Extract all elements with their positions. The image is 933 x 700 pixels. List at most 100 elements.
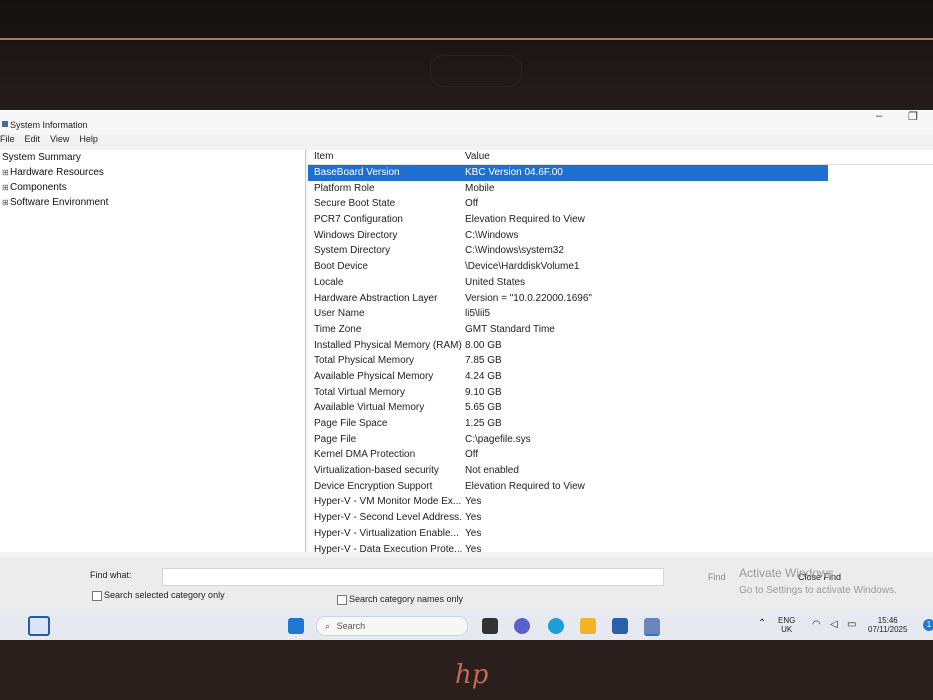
menu-edit[interactable]: Edit [25, 134, 41, 144]
wifi-icon[interactable]: ◠ [812, 619, 821, 630]
row-item: Hyper-V - Second Level Address... [314, 512, 462, 524]
table-row[interactable]: Available Physical Memory 4.24 GB [308, 369, 933, 385]
store-icon[interactable] [612, 618, 628, 634]
table-row[interactable]: User Name li5\lii5 [308, 306, 933, 322]
search-selected-option[interactable]: Search selected category only [92, 590, 225, 601]
clock[interactable]: 15:46 07/11/2025 [868, 616, 907, 634]
row-value: Not enabled [465, 465, 519, 477]
row-item: User Name [314, 308, 365, 320]
battery-icon[interactable]: ▭ [847, 619, 856, 630]
expand-icon[interactable]: ⊞ [2, 195, 10, 210]
table-row[interactable]: Page File Space 1.25 GB [308, 416, 933, 432]
row-value: 9.10 GB [465, 386, 502, 398]
table-row[interactable]: Hyper-V - Virtualization Enable... Yes [308, 526, 933, 542]
tree-item-software-environment[interactable]: ⊞Software Environment [0, 195, 305, 210]
table-row[interactable]: Platform Role Mobile [308, 181, 933, 197]
menu-help[interactable]: Help [79, 134, 98, 144]
row-value: 7.85 GB [465, 355, 502, 367]
row-item: Installed Physical Memory (RAM) [314, 339, 462, 351]
expand-icon[interactable]: ⊞ [2, 180, 10, 195]
table-row[interactable]: Page File C:\pagefile.sys [308, 432, 933, 448]
table-row[interactable]: Total Physical Memory 7.85 GB [308, 353, 933, 369]
task-view-icon[interactable] [482, 618, 498, 634]
row-item: Hyper-V - Virtualization Enable... [314, 527, 459, 539]
row-item: Secure Boot State [314, 198, 396, 210]
find-bar: Find what: Find Close Find Search select… [0, 558, 933, 610]
tree-item-components[interactable]: ⊞Components [0, 180, 305, 195]
table-row[interactable]: Hyper-V - Data Execution Prote... Yes [308, 542, 933, 558]
search-placeholder: Search [336, 621, 366, 631]
table-row[interactable]: Hyper-V - Second Level Address... Yes [308, 510, 933, 526]
table-row[interactable]: Locale United States [308, 275, 933, 291]
tree-item-system-summary[interactable]: System Summary [0, 150, 305, 165]
row-value: Off [465, 198, 479, 210]
notification-badge[interactable]: 1 [923, 619, 933, 631]
start-windows-icon[interactable] [288, 618, 304, 634]
row-value: \Device\HarddiskVolume1 [465, 261, 580, 273]
table-row[interactable]: Device Encryption Support Elevation Requi… [308, 479, 933, 495]
checkbox[interactable] [337, 594, 347, 605]
row-item: Kernel DMA Protection [314, 449, 416, 461]
row-value: United States [465, 276, 526, 288]
menu-file[interactable]: File [0, 134, 15, 144]
chat-icon[interactable] [514, 618, 530, 634]
table-row[interactable]: Secure Boot State Off [308, 196, 933, 212]
language-indicator[interactable]: ENG UK [778, 616, 795, 634]
tree-item-label: System Summary [2, 152, 81, 163]
hp-logo: hp [455, 660, 489, 690]
table-row[interactable]: Installed Physical Memory (RAM) 8.00 GB [308, 338, 933, 354]
list-header: Item Value [308, 150, 933, 165]
checkbox[interactable] [92, 590, 102, 601]
column-header-item[interactable]: Item [314, 150, 333, 164]
expand-icon[interactable]: ⊞ [2, 165, 10, 180]
minimize-button[interactable]: – [876, 110, 882, 122]
find-input[interactable] [162, 568, 664, 586]
show-hidden-icons[interactable]: ⌃ [758, 618, 766, 629]
row-item: Platform Role [314, 182, 375, 194]
laptop-bezel-bottom: hp [0, 640, 933, 700]
tree-item-hardware-resources[interactable]: ⊞Hardware Resources [0, 165, 305, 180]
search-names-label: Search category names only [349, 594, 464, 604]
table-row[interactable]: BaseBoard Version KBC Version 04.6F.00 [308, 165, 828, 181]
menu-view[interactable]: View [50, 134, 69, 144]
system-information-taskbar-icon[interactable] [644, 618, 660, 636]
list-rows: BaseBoard Version KBC Version 04.6F.00 Pla… [308, 165, 933, 557]
row-item: Device Encryption Support [314, 480, 433, 492]
table-row[interactable]: Hardware Abstraction Layer Version = "10.… [308, 291, 933, 307]
taskbar-search[interactable]: ⌕ Search [316, 616, 468, 636]
table-row[interactable]: Virtualization-based security Not enabled [308, 463, 933, 479]
widgets-icon[interactable] [28, 616, 50, 636]
search-selected-label: Search selected category only [104, 590, 225, 600]
row-value: GMT Standard Time [465, 323, 555, 335]
row-item: Time Zone [314, 323, 362, 335]
category-tree[interactable]: System Summary ⊞Hardware Resources ⊞Comp… [0, 150, 306, 552]
row-item: Virtualization-based security [314, 465, 439, 477]
row-item: Boot Device [314, 261, 368, 273]
search-names-option[interactable]: Search category names only [337, 594, 463, 605]
table-row[interactable]: Available Virtual Memory 5.65 GB [308, 400, 933, 416]
window-titlebar[interactable]: System Information – ❐ [0, 110, 933, 134]
search-icon: ⌕ [325, 621, 331, 631]
table-row[interactable]: Hyper-V - VM Monitor Mode Ex... Yes [308, 494, 933, 510]
activation-watermark-text: Go to Settings to activate Windows. [739, 585, 897, 596]
table-row[interactable]: Windows Directory C:\Windows [308, 228, 933, 244]
table-row[interactable]: Time Zone GMT Standard Time [308, 322, 933, 338]
restore-button[interactable]: ❐ [908, 110, 918, 123]
row-value: Yes [465, 512, 482, 524]
window-title: System Information [10, 120, 88, 130]
row-value: Version = "10.0.22000.1696" [465, 292, 592, 304]
find-label: Find what: [90, 570, 132, 580]
row-item: Page File Space [314, 418, 388, 429]
table-row[interactable]: Total Virtual Memory 9.10 GB [308, 385, 933, 401]
table-row[interactable]: System Directory C:\Windows\system32 [308, 243, 933, 259]
find-button[interactable]: Find [708, 572, 726, 582]
row-item: Hardware Abstraction Layer [314, 292, 438, 304]
table-row[interactable]: Boot Device \Device\HarddiskVolume1 [308, 259, 933, 275]
table-row[interactable]: Kernel DMA Protection Off [308, 447, 933, 463]
volume-icon[interactable]: ◁ [830, 619, 838, 630]
column-header-value[interactable]: Value [465, 150, 490, 164]
details-list[interactable]: Item Value BaseBoard Version KBC Version … [308, 150, 933, 555]
table-row[interactable]: PCR7 Configuration Elevation Required to … [308, 212, 933, 228]
edge-icon[interactable] [548, 618, 564, 634]
file-explorer-icon[interactable] [580, 618, 596, 634]
